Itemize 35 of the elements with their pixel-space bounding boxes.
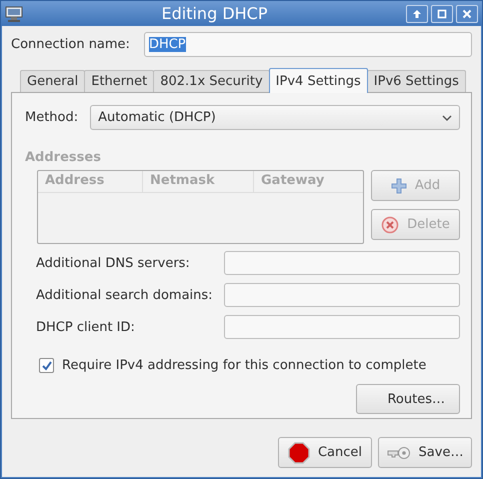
input-field[interactable] bbox=[224, 283, 460, 307]
tab[interactable]: IPv6 Settings bbox=[366, 70, 466, 92]
network-icon bbox=[5, 6, 23, 22]
delete-icon bbox=[381, 216, 400, 234]
save-button[interactable]: Save… bbox=[378, 437, 472, 468]
close-button[interactable] bbox=[456, 4, 478, 22]
arrow-up-icon bbox=[412, 8, 422, 18]
key-icon bbox=[386, 446, 411, 460]
method-label: Method: bbox=[25, 110, 78, 125]
connection-name-label: Connection name: bbox=[11, 36, 130, 52]
maximize-icon bbox=[437, 8, 447, 18]
tab[interactable]: 802.1x Security bbox=[153, 70, 270, 92]
selected-text: DHCP bbox=[148, 36, 186, 52]
plus-icon bbox=[390, 178, 407, 194]
routes-button[interactable]: Routes… bbox=[356, 384, 460, 414]
field-label: Additional DNS servers: bbox=[36, 256, 190, 270]
chevron-down-icon bbox=[442, 114, 452, 120]
field-label: DHCP client ID: bbox=[36, 320, 135, 334]
tab[interactable]: IPv4 Settings bbox=[268, 68, 368, 93]
connection-name-field[interactable]: DHCP bbox=[144, 32, 472, 56]
field-label: Additional search domains: bbox=[36, 288, 213, 302]
checkbox[interactable] bbox=[39, 358, 54, 373]
section-heading: Addresses bbox=[25, 150, 102, 165]
tab[interactable]: General bbox=[20, 70, 86, 92]
input-field[interactable] bbox=[224, 315, 460, 339]
minimize-button[interactable] bbox=[406, 4, 428, 22]
input-field[interactable] bbox=[224, 251, 460, 275]
maximize-button[interactable] bbox=[431, 4, 453, 22]
close-icon bbox=[462, 8, 472, 18]
cancel-button[interactable]: Cancel bbox=[278, 437, 372, 468]
tab[interactable]: Ethernet bbox=[84, 70, 154, 92]
stop-icon bbox=[288, 442, 310, 464]
method-dropdown[interactable]: Automatic (DHCP) bbox=[90, 105, 460, 130]
window-title: Editing DHCP bbox=[160, 4, 268, 23]
checkbox-label: Require IPv4 addressing for this connection to complete bbox=[62, 358, 426, 373]
